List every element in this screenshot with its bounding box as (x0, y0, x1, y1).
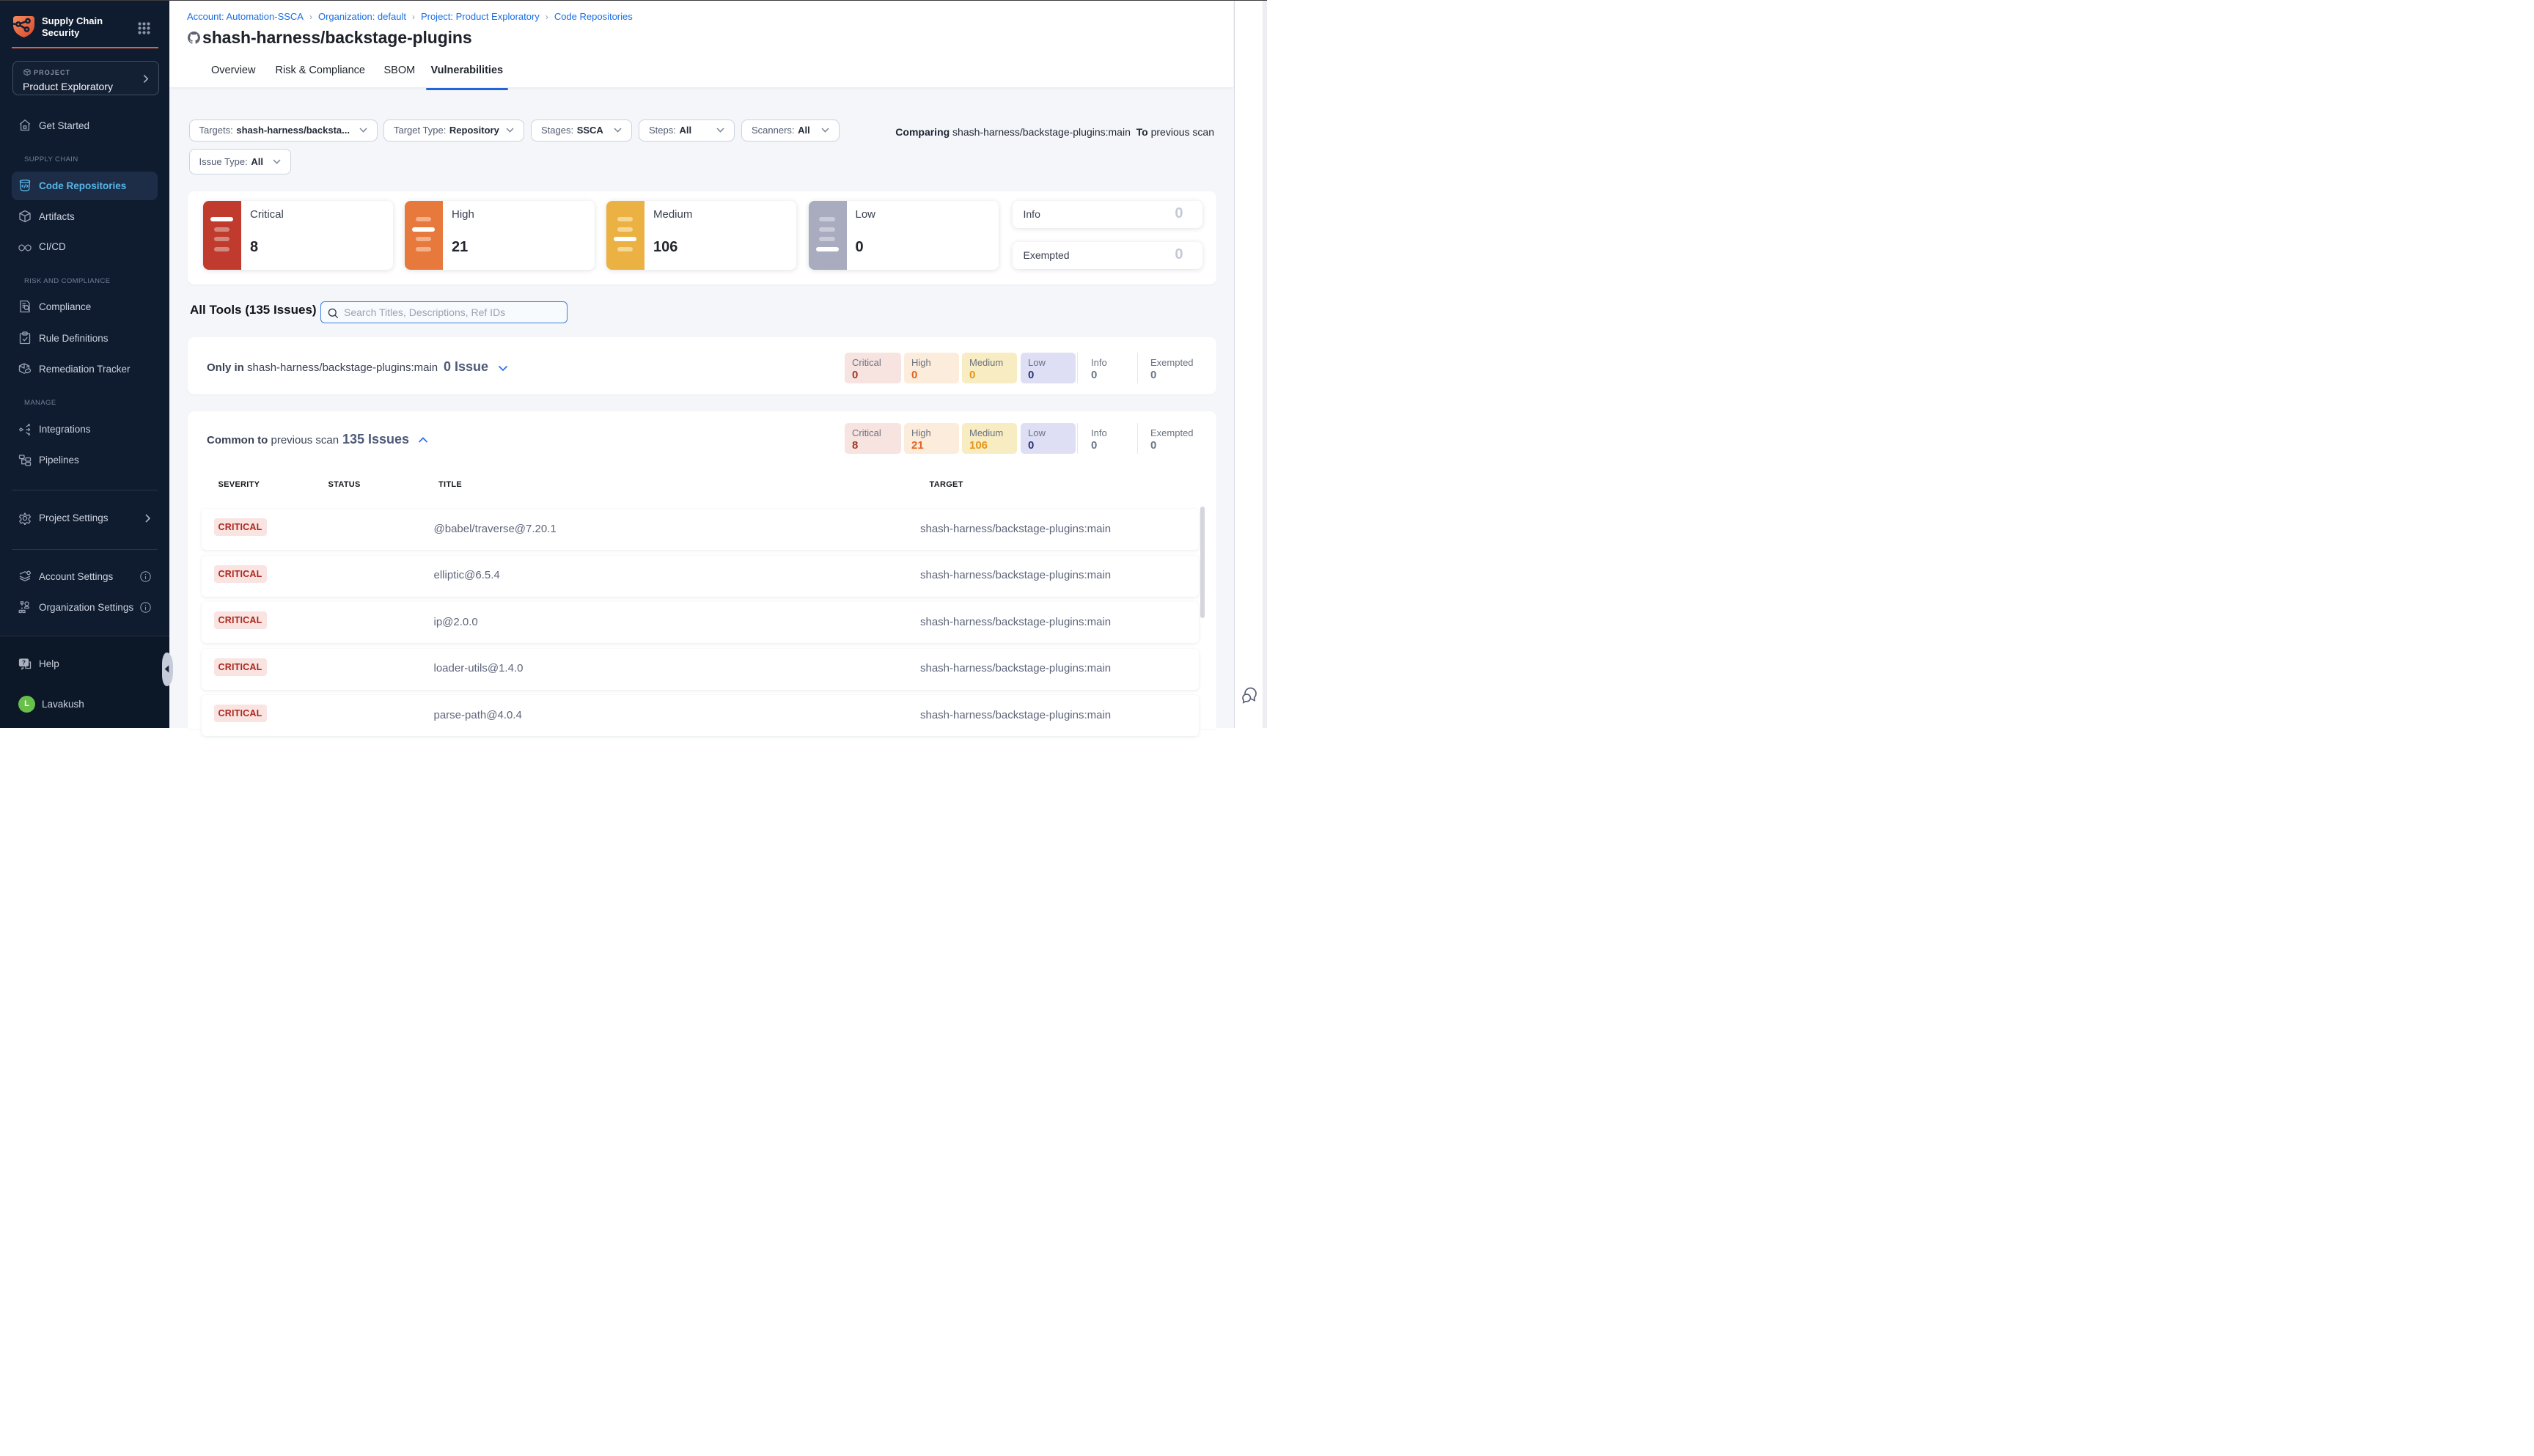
svg-text:?: ? (22, 659, 26, 666)
